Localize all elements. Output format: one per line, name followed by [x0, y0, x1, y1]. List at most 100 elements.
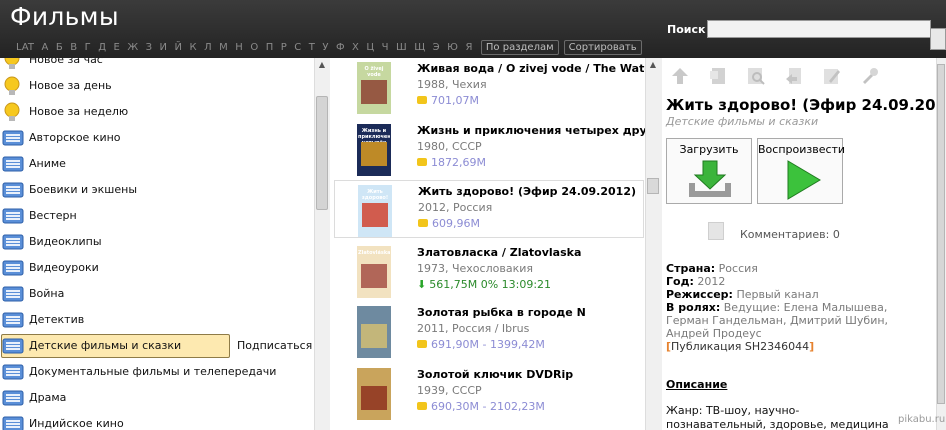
comments-count: Комментариев: 0: [740, 228, 840, 241]
watermark: pikabu.ru: [898, 414, 946, 425]
sidebar-item-label: Боевики и экшены: [29, 183, 138, 196]
search-go-button[interactable]: [930, 28, 946, 50]
download-button-label: Загрузить: [679, 143, 739, 156]
alphabet-letter[interactable]: У: [322, 42, 328, 53]
alphabet-letter[interactable]: Л: [204, 42, 212, 53]
alphabet-letter[interactable]: Ш: [396, 42, 407, 53]
film-size-value: 701,07M: [431, 94, 479, 107]
download-button[interactable]: Загрузить: [666, 138, 752, 204]
sidebar-item[interactable]: Документальные фильмы и телепередачи: [0, 360, 314, 384]
up-arrow-icon[interactable]: [668, 66, 692, 86]
film-meta: 1980, СССР: [417, 140, 482, 153]
sidebar-item-label: Новое за неделю: [29, 105, 129, 118]
sidebar-item[interactable]: Детские фильмы и сказки Подписаться: [0, 334, 314, 358]
sidebar-scroll-up-icon[interactable]: ▲: [316, 60, 328, 70]
detail-scroll-thumb[interactable]: [937, 64, 945, 404]
folder-list-icon: [2, 364, 24, 380]
film-meta: 2012, Россия: [418, 201, 493, 214]
poster-zolotaya-rybka: [343, 306, 405, 358]
alphabet-letter[interactable]: Б: [56, 42, 63, 53]
sidebar-item[interactable]: Боевики и экшены: [0, 178, 314, 202]
alphabet-letter[interactable]: Э: [433, 42, 440, 53]
alphabet-letter[interactable]: Щ: [414, 42, 425, 53]
sidebar-item[interactable]: Драма: [0, 386, 314, 410]
sidebar-item[interactable]: Новое за час: [0, 58, 314, 72]
sidebar-item[interactable]: Индийское кино: [0, 412, 314, 430]
sidebar-item[interactable]: Новое за неделю: [0, 100, 314, 124]
poster-caption: О živej vode: [364, 66, 384, 78]
film-list-scroll-thumb[interactable]: [647, 178, 659, 194]
alphabet-letter[interactable]: И: [160, 42, 167, 53]
film-row[interactable]: Золотой ключик DVDRip 1939, СССР 690,30M -…: [334, 364, 644, 422]
alphabet-letter[interactable]: С: [294, 42, 301, 53]
alphabet-letter[interactable]: А: [41, 42, 48, 53]
sidebar-item[interactable]: Детектив: [0, 308, 314, 332]
alphabet-letter[interactable]: Н: [235, 42, 243, 53]
film-row[interactable]: Жизнь и приключения четырёх друзей Жизнь …: [334, 120, 645, 178]
sidebar-item[interactable]: Вестерн: [0, 204, 314, 228]
back-arrow-icon[interactable]: [782, 66, 806, 86]
document-icon[interactable]: [706, 66, 730, 86]
magnify-icon[interactable]: [744, 66, 768, 86]
film-row[interactable]: Zlatovláska Златовласка / Zlatovlaska 1973…: [334, 242, 644, 300]
alphabet-letter[interactable]: Й: [175, 42, 182, 53]
year-label: Год:: [666, 275, 694, 288]
detail-category[interactable]: Детские фильмы и сказки: [666, 115, 818, 128]
detail-toolbar: [668, 66, 890, 86]
sidebar-item-label: Вестерн: [29, 209, 77, 222]
alphabet-bar: LAT А Б В Г Д Е Ж З И Й К Л М Н О П Р С Т У Ф Х Ц Ч Ш Щ Э Ю Я По разде…: [16, 40, 646, 55]
subscribe-link[interactable]: Подписаться: [237, 339, 312, 352]
sidebar-item-label: Авторское кино: [29, 131, 121, 144]
alphabet-letter[interactable]: Ж: [127, 42, 138, 53]
alphabet-letter[interactable]: Д: [98, 42, 106, 53]
play-button-label: Воспроизвести: [758, 143, 846, 156]
film-size-value: 609,96M: [432, 217, 480, 230]
sidebar-scroll-thumb[interactable]: [316, 96, 328, 210]
play-button[interactable]: Воспроизвести: [757, 138, 846, 204]
by-section-button[interactable]: По разделам: [480, 40, 559, 55]
sidebar-item-label: Детские фильмы и сказки: [29, 339, 182, 352]
sort-button[interactable]: Сортировать: [563, 40, 642, 55]
alphabet-letter[interactable]: Т: [309, 42, 315, 53]
comments-link[interactable]: Комментариев: 0: [668, 222, 928, 246]
sidebar-item[interactable]: Аниме: [0, 152, 314, 176]
alphabet-letter[interactable]: Е: [114, 42, 120, 53]
sidebar-item[interactable]: Авторское кино: [0, 126, 314, 150]
poster-zolotoy-klyuchik: [343, 368, 405, 420]
alphabet-letter[interactable]: Х: [352, 42, 359, 53]
film-list-scroll-up-icon[interactable]: ▲: [647, 60, 659, 70]
edit-icon[interactable]: [820, 66, 844, 86]
sidebar-item[interactable]: Видеоклипы: [0, 230, 314, 254]
alphabet-letter[interactable]: Ц: [366, 42, 374, 53]
alphabet-letter[interactable]: Я: [465, 42, 472, 53]
alphabet-letter[interactable]: Ф: [336, 42, 345, 53]
film-row[interactable]: Золотая рыбка в городе N 2011, Россия / I…: [334, 302, 644, 360]
sidebar-item[interactable]: Видеоуроки: [0, 256, 314, 280]
publication-link[interactable]: [Публикация SH2346044]: [666, 340, 814, 353]
sidebar-item[interactable]: Новое за день: [0, 74, 314, 98]
alphabet-letter[interactable]: LAT: [16, 42, 34, 53]
alphabet-letter[interactable]: В: [70, 42, 77, 53]
film-size-value: 1872,69M: [431, 156, 486, 169]
alphabet-letter[interactable]: П: [266, 42, 274, 53]
wrench-icon[interactable]: [858, 66, 882, 86]
alphabet-letter[interactable]: М: [219, 42, 228, 53]
sidebar-item[interactable]: Война: [0, 282, 314, 306]
film-row[interactable]: О živej vode Живая вода / O zivej vode / …: [334, 58, 645, 116]
alphabet-letter[interactable]: О: [250, 42, 258, 53]
folder-list-icon: [2, 208, 24, 224]
search-input[interactable]: [707, 20, 931, 38]
folder-list-icon: [2, 182, 24, 198]
sidebar-item-label: Аниме: [29, 157, 66, 170]
alphabet-letter[interactable]: К: [190, 42, 197, 53]
alphabet-letter[interactable]: Ю: [447, 42, 458, 53]
alphabet-letter[interactable]: Р: [281, 42, 287, 53]
alphabet-letter[interactable]: З: [146, 42, 152, 53]
film-info: Страна: Россия Год: 2012 Режиссер: Первы…: [666, 262, 932, 340]
alphabet-letter[interactable]: Ч: [382, 42, 389, 53]
folder-list-icon: [2, 130, 24, 146]
alphabet-letter[interactable]: Г: [85, 42, 91, 53]
film-row[interactable]: Жить здорово! Жить здорово! (Эфир 24.09.2…: [334, 180, 644, 238]
publication-bracket-close: ]: [809, 340, 815, 353]
film-list-scrollbar[interactable]: [645, 58, 662, 430]
